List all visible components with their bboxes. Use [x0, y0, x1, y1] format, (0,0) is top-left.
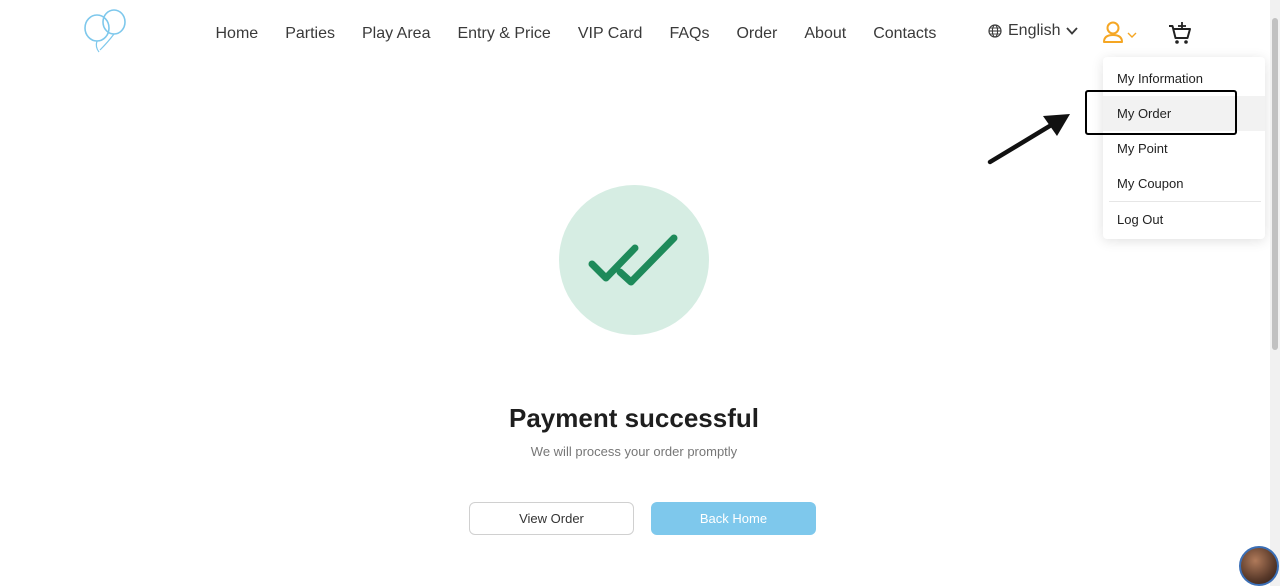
menu-item-my-information[interactable]: My Information — [1103, 61, 1265, 96]
site-header: Home Parties Play Area Entry & Price VIP… — [0, 0, 1270, 66]
nav-item-faqs[interactable]: FAQs — [656, 25, 723, 43]
chevron-down-icon — [1066, 26, 1079, 36]
user-icon — [1102, 20, 1124, 49]
menu-item-log-out[interactable]: Log Out — [1103, 202, 1265, 237]
success-circle — [559, 185, 709, 335]
language-selector[interactable]: English — [988, 22, 1079, 40]
globe-icon — [988, 24, 1002, 38]
page-title: Payment successful — [508, 403, 759, 433]
chevron-down-icon — [1127, 26, 1137, 44]
double-check-icon — [588, 234, 678, 286]
arrow-annotation — [985, 108, 1075, 173]
nav-item-play-area[interactable]: Play Area — [348, 25, 443, 43]
avatar[interactable] — [1239, 546, 1279, 586]
back-home-button[interactable]: Back Home — [651, 502, 816, 535]
nav-item-about[interactable]: About — [791, 25, 860, 43]
main-nav: Home Parties Play Area Entry & Price VIP… — [202, 22, 950, 46]
scrollbar-thumb[interactable] — [1272, 18, 1278, 350]
language-label: English — [1008, 22, 1061, 39]
view-order-button[interactable]: View Order — [469, 502, 634, 535]
nav-item-parties[interactable]: Parties — [272, 25, 349, 43]
nav-item-vip-card[interactable]: VIP Card — [564, 25, 656, 43]
menu-item-my-order[interactable]: My Order — [1103, 96, 1265, 131]
nav-item-order[interactable]: Order — [723, 25, 791, 43]
user-dropdown-menu: My Information My Order My Point My Coup… — [1103, 57, 1265, 239]
cart-icon — [1168, 22, 1192, 50]
cart-button[interactable] — [1168, 20, 1192, 51]
nav-item-contacts[interactable]: Contacts — [860, 25, 950, 43]
nav-item-home[interactable]: Home — [202, 25, 272, 43]
user-menu-button[interactable] — [1102, 20, 1137, 49]
menu-item-my-coupon[interactable]: My Coupon — [1103, 166, 1265, 201]
menu-item-my-point[interactable]: My Point — [1103, 131, 1265, 166]
balloon-logo-icon[interactable] — [80, 6, 132, 54]
page-scrollbar[interactable] — [1270, 0, 1280, 586]
page-subtitle: We will process your order promptly — [530, 444, 738, 459]
nav-item-entry-price[interactable]: Entry & Price — [444, 25, 564, 43]
